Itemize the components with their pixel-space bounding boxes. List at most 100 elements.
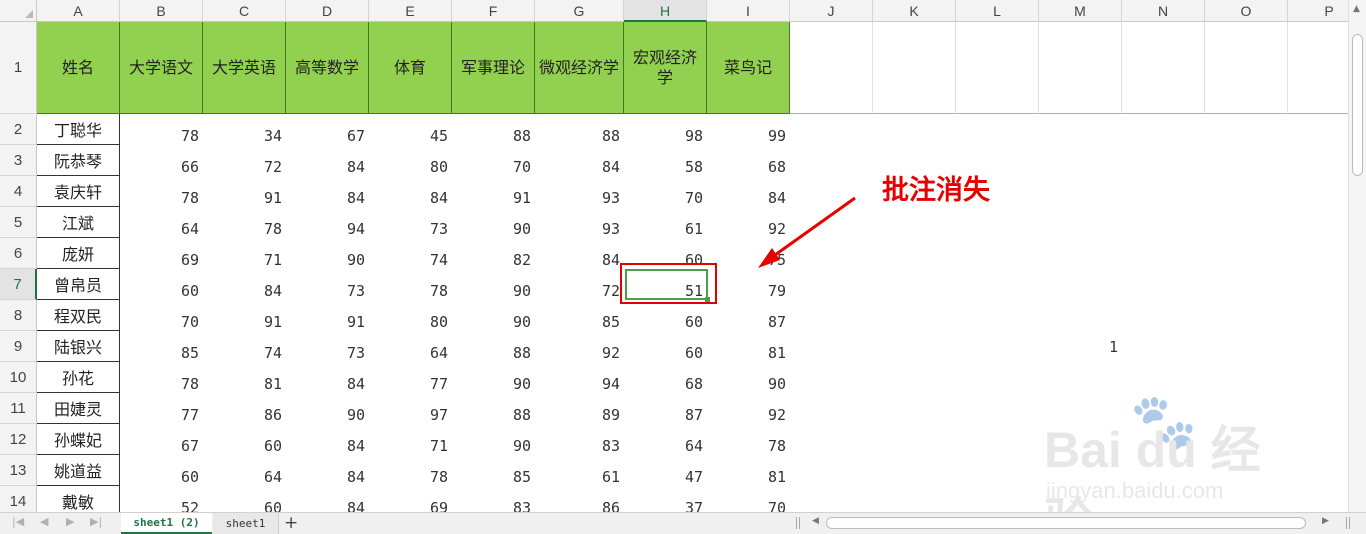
empty-cell[interactable] — [956, 114, 1039, 145]
score-cell[interactable]: 67 — [286, 120, 369, 151]
empty-cell[interactable] — [956, 393, 1039, 424]
score-cell[interactable]: 84 — [286, 461, 369, 492]
empty-cell[interactable] — [1288, 114, 1348, 145]
score-cell[interactable]: 84 — [286, 182, 369, 213]
empty-header-cell[interactable] — [873, 22, 956, 114]
score-cell[interactable]: 84 — [535, 244, 624, 275]
score-cell[interactable]: 52 — [120, 492, 203, 513]
empty-cell[interactable] — [1288, 269, 1348, 300]
score-cell[interactable]: 85 — [535, 306, 624, 337]
next-sheet-icon[interactable]: ▶ — [66, 515, 74, 528]
score-cell[interactable]: 87 — [624, 399, 707, 430]
row-header-14[interactable]: 14 — [0, 486, 37, 512]
empty-cell[interactable] — [1039, 238, 1122, 269]
score-cell[interactable]: 86 — [203, 399, 286, 430]
name-cell[interactable]: 姚道益 — [37, 455, 120, 486]
tab-sheet1[interactable]: sheet1 — [213, 513, 279, 534]
score-cell[interactable]: 82 — [452, 244, 535, 275]
empty-cell[interactable] — [1205, 176, 1288, 207]
score-cell[interactable]: 78 — [120, 120, 203, 151]
empty-cell[interactable] — [1288, 238, 1348, 269]
empty-cell[interactable] — [873, 331, 956, 362]
empty-cell[interactable] — [1205, 207, 1288, 238]
extra-value-cell[interactable]: 1 — [1039, 331, 1122, 362]
empty-cell[interactable] — [1039, 207, 1122, 238]
score-cell[interactable]: 90 — [707, 368, 790, 399]
add-sheet-button[interactable]: + — [284, 513, 298, 533]
empty-cell[interactable] — [873, 300, 956, 331]
row-header-8[interactable]: 8 — [0, 300, 37, 331]
scroll-left-icon[interactable]: ◀ — [812, 516, 819, 526]
score-cell[interactable]: 86 — [535, 492, 624, 513]
empty-cell[interactable] — [1288, 362, 1348, 393]
score-cell[interactable]: 60 — [120, 461, 203, 492]
column-header-p[interactable]: P — [1288, 0, 1348, 22]
score-cell[interactable]: 60 — [624, 337, 707, 368]
horizontal-scrollbar[interactable]: ◀ ▶ — [810, 516, 1342, 531]
empty-cell[interactable] — [790, 486, 873, 512]
column-header-l[interactable]: L — [956, 0, 1039, 22]
score-cell[interactable]: 34 — [203, 120, 286, 151]
score-cell[interactable]: 78 — [120, 182, 203, 213]
score-cell[interactable]: 90 — [286, 399, 369, 430]
score-cell[interactable]: 64 — [120, 213, 203, 244]
empty-cell[interactable] — [1039, 114, 1122, 145]
empty-header-cell[interactable] — [790, 22, 873, 114]
scroll-up-icon[interactable]: ▲ — [1353, 4, 1360, 14]
empty-cell[interactable] — [1122, 269, 1205, 300]
score-cell[interactable]: 90 — [452, 275, 535, 306]
vertical-scroll-thumb[interactable] — [1352, 34, 1363, 176]
empty-cell[interactable] — [1039, 362, 1122, 393]
empty-cell[interactable] — [956, 424, 1039, 455]
score-cell[interactable]: 77 — [369, 368, 452, 399]
score-cell[interactable]: 89 — [535, 399, 624, 430]
empty-header-cell[interactable] — [1205, 22, 1288, 114]
score-cell[interactable]: 84 — [286, 151, 369, 182]
empty-cell[interactable] — [790, 300, 873, 331]
empty-cell[interactable] — [873, 362, 956, 393]
score-cell[interactable]: 61 — [624, 213, 707, 244]
select-all-corner[interactable] — [0, 0, 37, 22]
score-cell[interactable]: 84 — [286, 430, 369, 461]
name-cell[interactable]: 袁庆轩 — [37, 176, 120, 207]
column-header-g[interactable]: G — [535, 0, 624, 22]
empty-cell[interactable] — [873, 269, 956, 300]
empty-cell[interactable] — [956, 362, 1039, 393]
first-sheet-icon[interactable]: |◀ — [12, 515, 24, 528]
score-cell[interactable]: 78 — [707, 430, 790, 461]
header-cell[interactable]: 姓名 — [37, 22, 120, 114]
score-cell[interactable]: 66 — [120, 151, 203, 182]
empty-cell[interactable] — [1205, 238, 1288, 269]
empty-cell[interactable] — [1039, 145, 1122, 176]
score-cell[interactable]: 45 — [369, 120, 452, 151]
column-header-k[interactable]: K — [873, 0, 956, 22]
empty-cell[interactable] — [1288, 176, 1348, 207]
score-cell[interactable]: 93 — [535, 213, 624, 244]
empty-cell[interactable] — [956, 455, 1039, 486]
empty-cell[interactable] — [873, 486, 956, 512]
horizontal-scroll-thumb[interactable] — [826, 517, 1306, 529]
name-cell[interactable]: 江斌 — [37, 207, 120, 238]
score-cell[interactable]: 99 — [707, 120, 790, 151]
score-cell[interactable]: 90 — [452, 368, 535, 399]
score-cell[interactable]: 80 — [369, 306, 452, 337]
empty-cell[interactable] — [1205, 331, 1288, 362]
score-cell[interactable]: 84 — [286, 492, 369, 513]
header-cell[interactable]: 菜鸟记 — [707, 22, 790, 114]
empty-cell[interactable] — [1122, 176, 1205, 207]
prev-sheet-icon[interactable]: ◀ — [40, 515, 48, 528]
empty-cell[interactable] — [956, 486, 1039, 512]
name-cell[interactable]: 曾帛员 — [37, 269, 120, 300]
header-cell[interactable]: 宏观经济学 — [624, 22, 707, 114]
empty-cell[interactable] — [1122, 331, 1205, 362]
score-cell[interactable]: 78 — [203, 213, 286, 244]
header-cell[interactable]: 高等数学 — [286, 22, 369, 114]
score-cell[interactable]: 70 — [707, 492, 790, 513]
empty-cell[interactable] — [1122, 114, 1205, 145]
name-cell[interactable]: 田婕灵 — [37, 393, 120, 424]
empty-cell[interactable] — [790, 362, 873, 393]
score-cell[interactable]: 83 — [535, 430, 624, 461]
empty-cell[interactable] — [1288, 207, 1348, 238]
score-cell[interactable]: 90 — [452, 213, 535, 244]
empty-cell[interactable] — [873, 207, 956, 238]
